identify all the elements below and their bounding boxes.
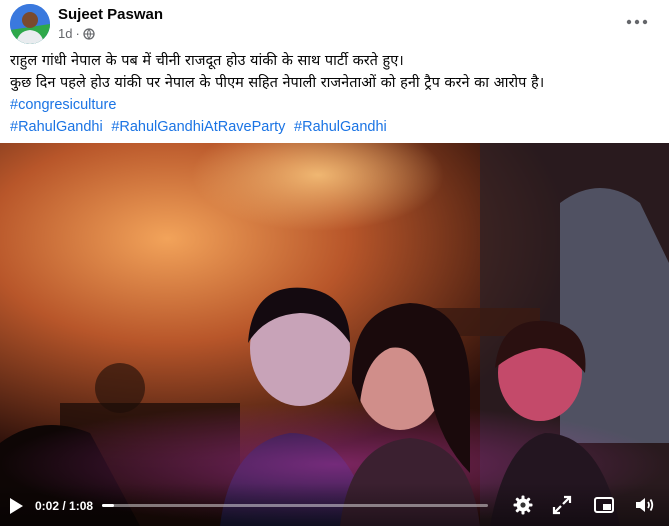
author-name[interactable]: Sujeet Paswan xyxy=(58,6,163,23)
post-text: राहुल गांधी नेपाल के पब में चीनी राजदूत … xyxy=(10,50,660,138)
avatar[interactable] xyxy=(10,4,50,44)
hashtag-link[interactable]: #RahulGandhi xyxy=(10,119,103,135)
video-frame xyxy=(0,143,669,526)
time-separator: / xyxy=(59,499,70,513)
hashtag-link[interactable]: #RahulGandhi xyxy=(294,119,387,135)
video-time: 0:02 / 1:08 xyxy=(35,499,93,513)
more-options-icon[interactable] xyxy=(625,12,649,32)
video-controls: 0:02 / 1:08 xyxy=(0,483,669,526)
play-icon[interactable] xyxy=(8,497,24,515)
hashtag-row-2: #RahulGandhi #RahulGandhiAtRaveParty #Ra… xyxy=(10,116,660,138)
current-time: 0:02 xyxy=(35,499,60,513)
duration: 1:08 xyxy=(69,499,94,513)
post-text-line-1: राहुल गांधी नेपाल के पब में चीनी राजदूत … xyxy=(10,53,404,69)
globe-icon xyxy=(83,27,95,40)
hashtag-row-1: #congresiculture xyxy=(10,94,660,116)
video-progress-bar[interactable] xyxy=(102,504,488,507)
picture-in-picture-icon[interactable] xyxy=(593,494,615,516)
post-text-line-2: कुछ दिन पहले होउ यांकी पर नेपाल के पीएम … xyxy=(10,75,545,91)
meta-separator: · xyxy=(75,26,80,41)
hashtag-link[interactable]: #congresiculture xyxy=(10,97,116,113)
post-meta: 1d · xyxy=(58,26,95,41)
video-player[interactable]: 0:02 / 1:08 xyxy=(0,143,669,526)
expand-icon[interactable] xyxy=(551,494,573,516)
settings-gear-icon[interactable] xyxy=(512,494,534,516)
post-time[interactable]: 1d xyxy=(58,26,72,41)
post-header: Sujeet Paswan 1d · xyxy=(0,0,669,48)
volume-icon[interactable] xyxy=(633,494,655,516)
video-progress-fill xyxy=(102,504,114,507)
hashtag-link[interactable]: #RahulGandhiAtRaveParty xyxy=(111,119,285,135)
